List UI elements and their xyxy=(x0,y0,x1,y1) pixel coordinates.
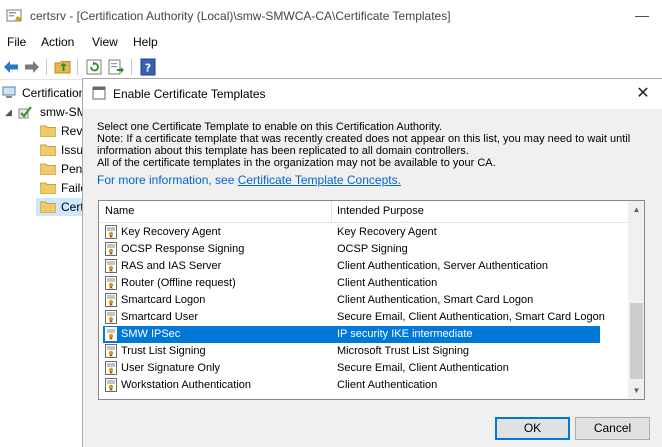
description-line: All of the certificate templates in the … xyxy=(97,157,496,169)
templates-list[interactable]: Name Intended Purpose Key Recovery Agent… xyxy=(98,200,645,400)
refresh-icon[interactable] xyxy=(85,58,103,76)
menu-view[interactable]: View xyxy=(89,35,121,49)
template-row[interactable]: Router (Offline request) Client Authentic… xyxy=(103,275,600,292)
certsrv-app-icon xyxy=(6,9,22,22)
template-purpose: Microsoft Trust List Signing xyxy=(337,345,470,357)
template-purpose: Client Authentication, Server Authentica… xyxy=(337,260,548,272)
folder-icon xyxy=(40,182,56,194)
menu-file[interactable]: File xyxy=(4,35,29,49)
template-name: Smartcard User xyxy=(121,311,199,323)
tree-label-root: Certification Authority (Local) xyxy=(22,86,89,100)
certificate-template-icon xyxy=(105,242,117,256)
template-row[interactable]: SMW IPSec IP security IKE intermediate xyxy=(103,326,600,343)
template-name: Workstation Authentication xyxy=(121,379,252,391)
up-folder-icon[interactable] xyxy=(54,58,72,76)
svg-text:?: ? xyxy=(145,62,151,75)
ok-button[interactable]: OK xyxy=(495,417,570,440)
more-info-text: For more information, see Certificate Te… xyxy=(97,173,401,187)
description-line: Note: If a certificate template that was… xyxy=(97,133,631,145)
scroll-up-icon[interactable]: ▲ xyxy=(628,201,644,218)
scroll-down-icon[interactable]: ▼ xyxy=(628,382,644,399)
column-divider[interactable] xyxy=(331,201,332,223)
scroll-thumb[interactable] xyxy=(630,303,643,379)
certificate-template-icon xyxy=(105,293,117,307)
certificate-template-icon xyxy=(105,361,117,375)
column-header-purpose[interactable]: Intended Purpose xyxy=(337,205,424,217)
template-row[interactable]: User Signature Only Secure Email, Client … xyxy=(103,360,600,377)
enable-templates-dialog: Enable Certificate Templates ✕ Select on… xyxy=(82,78,662,447)
menu-help[interactable]: Help xyxy=(130,35,161,49)
template-row[interactable]: Smartcard Logon Client Authentication, Sm… xyxy=(103,292,600,309)
folder-icon xyxy=(40,163,56,175)
template-purpose: Client Authentication xyxy=(337,379,438,391)
dialog-title: Enable Certificate Templates xyxy=(113,87,266,101)
certificate-template-icon xyxy=(105,378,117,392)
certificate-template-icon xyxy=(105,276,117,290)
template-name: Smartcard Logon xyxy=(121,294,206,306)
certificate-template-icon xyxy=(105,225,117,239)
certificate-template-icon xyxy=(105,327,117,341)
toolbar-separator xyxy=(46,59,47,75)
ca-check-icon xyxy=(18,106,32,119)
console-tree: Certification Authority (Local) ◢ smw-SM… xyxy=(0,80,90,447)
template-row[interactable]: Trust List Signing Microsoft Trust List S… xyxy=(103,343,600,360)
template-row[interactable]: Smartcard User Secure Email, Client Authe… xyxy=(103,309,605,326)
export-list-icon[interactable] xyxy=(107,58,125,76)
minimize-button[interactable]: — xyxy=(622,6,662,26)
expanded-chevron-icon[interactable]: ◢ xyxy=(5,103,12,121)
more-info-prefix: For more information, see xyxy=(97,173,238,187)
dialog-window-icon xyxy=(92,86,106,100)
template-row[interactable]: OCSP Response Signing OCSP Signing xyxy=(103,241,600,258)
template-name: Trust List Signing xyxy=(121,345,206,357)
template-purpose: Secure Email, Client Authentication, Sma… xyxy=(337,311,605,323)
template-purpose: Key Recovery Agent xyxy=(337,226,437,238)
dialog-title-bar: Enable Certificate Templates ✕ xyxy=(83,79,662,109)
menu-action[interactable]: Action xyxy=(38,35,77,49)
template-row[interactable]: RAS and IAS Server Client Authentication,… xyxy=(103,258,600,275)
back-arrow-icon[interactable] xyxy=(2,58,20,76)
template-row[interactable]: Key Recovery Agent Key Recovery Agent xyxy=(103,224,600,241)
certificate-template-icon xyxy=(105,344,117,358)
template-name: RAS and IAS Server xyxy=(121,260,222,272)
folder-icon xyxy=(40,201,56,213)
certificate-template-icon xyxy=(105,259,117,273)
template-name: User Signature Only xyxy=(121,362,221,374)
toolbar: ? xyxy=(0,54,662,80)
computer-icon xyxy=(2,86,16,98)
list-header: Name Intended Purpose xyxy=(99,201,629,223)
close-icon[interactable]: ✕ xyxy=(631,83,655,105)
main-title-bar: certsrv - [Certification Authority (Loca… xyxy=(0,0,662,32)
window-title: certsrv - [Certification Authority (Loca… xyxy=(30,9,451,23)
template-purpose: IP security IKE intermediate xyxy=(337,328,473,340)
template-name: SMW IPSec xyxy=(121,328,181,340)
template-name: Router (Offline request) xyxy=(121,277,236,289)
vertical-scrollbar[interactable]: ▲ ▼ xyxy=(628,201,644,399)
cancel-button[interactable]: Cancel xyxy=(575,417,650,440)
template-purpose: Secure Email, Client Authentication xyxy=(337,362,509,374)
folder-icon xyxy=(40,125,56,137)
description-line: information about this template has been… xyxy=(97,145,469,157)
template-purpose: Client Authentication xyxy=(337,277,438,289)
template-name: Key Recovery Agent xyxy=(121,226,221,238)
template-row[interactable]: Workstation Authentication Client Authent… xyxy=(103,377,600,394)
template-name: OCSP Response Signing xyxy=(121,243,245,255)
toolbar-separator xyxy=(77,59,78,75)
forward-arrow-icon[interactable] xyxy=(23,58,41,76)
certificate-template-icon xyxy=(105,310,117,324)
toolbar-separator xyxy=(131,59,132,75)
template-purpose: OCSP Signing xyxy=(337,243,408,255)
template-concepts-link[interactable]: Certificate Template Concepts. xyxy=(238,173,401,187)
folder-icon xyxy=(40,144,56,156)
help-icon[interactable]: ? xyxy=(139,58,157,76)
column-header-name[interactable]: Name xyxy=(105,205,134,217)
description-line: Select one Certificate Template to enabl… xyxy=(97,121,443,133)
template-purpose: Client Authentication, Smart Card Logon xyxy=(337,294,534,306)
menu-bar: File Action View Help xyxy=(0,32,662,54)
